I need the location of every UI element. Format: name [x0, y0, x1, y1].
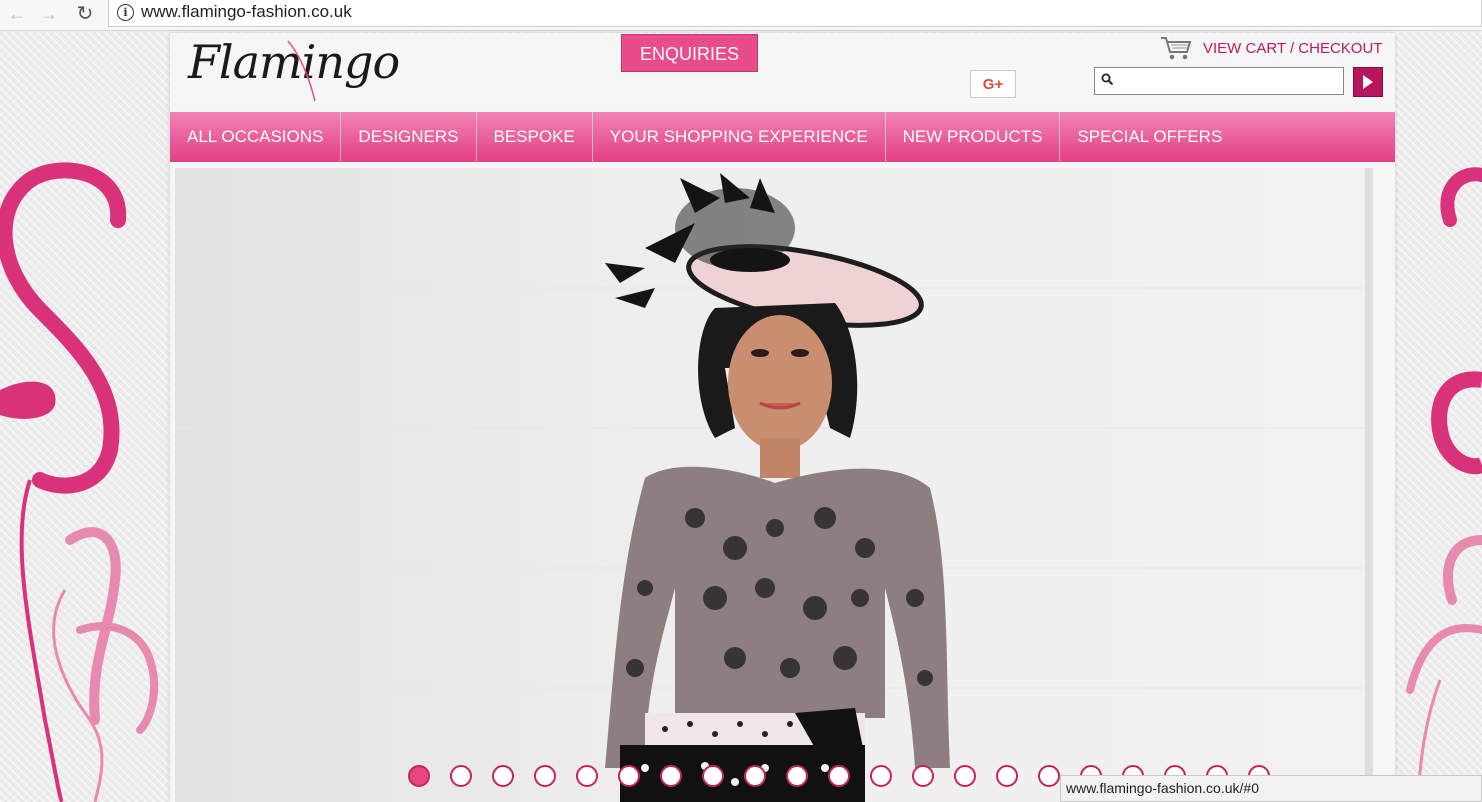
browser-toolbar: ← → ↻ i www.flamingo-fashion.co.uk: [0, 0, 1482, 31]
menu-item-bespoke[interactable]: BESPOKE: [477, 112, 593, 162]
main-menu: ALL OCCASIONS DESIGNERS BESPOKE YOUR SHO…: [170, 112, 1395, 162]
slider-dot[interactable]: [576, 765, 598, 787]
flamingo-logo[interactable]: Flamingo: [188, 33, 400, 103]
flamingo-decoration-left: [0, 162, 159, 802]
logo-flamingo-stroke-icon: [287, 40, 316, 102]
status-bar-link-preview: www.flamingo-fashion.co.uk/#0: [1060, 775, 1482, 802]
slider-dot[interactable]: [702, 765, 724, 787]
play-arrow-icon: [1363, 75, 1373, 89]
search-input[interactable]: [1094, 67, 1344, 95]
slider-dot[interactable]: [744, 765, 766, 787]
info-icon[interactable]: i: [117, 4, 134, 21]
menu-item-new-products[interactable]: NEW PRODUCTS: [886, 112, 1061, 162]
search-submit-button[interactable]: [1353, 67, 1383, 97]
menu-item-all-occasions[interactable]: ALL OCCASIONS: [170, 112, 342, 162]
enquiries-button[interactable]: ENQUIRIES: [621, 34, 758, 72]
slider-dot[interactable]: [408, 765, 430, 787]
cart-icon[interactable]: [1160, 35, 1192, 61]
slider-dot[interactable]: [492, 765, 514, 787]
reload-icon[interactable]: ↻: [74, 3, 96, 25]
view-cart-link[interactable]: VIEW CART / CHECKOUT: [1203, 40, 1382, 57]
address-bar[interactable]: i www.flamingo-fashion.co.uk: [108, 0, 1482, 27]
menu-item-special-offers[interactable]: SPECIAL OFFERS: [1060, 112, 1239, 162]
slider-dot[interactable]: [660, 765, 682, 787]
flamingo-decoration-right: [1406, 167, 1482, 802]
back-arrow-icon[interactable]: ←: [6, 3, 28, 25]
slider-dot[interactable]: [1038, 765, 1060, 787]
forward-arrow-icon[interactable]: →: [38, 3, 60, 25]
slider-dot[interactable]: [870, 765, 892, 787]
slider-dot[interactable]: [786, 765, 808, 787]
google-plus-button[interactable]: G+: [970, 70, 1016, 98]
slider-dot[interactable]: [996, 765, 1018, 787]
search-icon: [1101, 73, 1113, 85]
slider-dot[interactable]: [828, 765, 850, 787]
menu-item-shopping-experience[interactable]: YOUR SHOPPING EXPERIENCE: [593, 112, 886, 162]
slider-dot[interactable]: [954, 765, 976, 787]
slider-dot[interactable]: [450, 765, 472, 787]
url-text[interactable]: www.flamingo-fashion.co.uk: [141, 2, 352, 22]
slider-dot[interactable]: [912, 765, 934, 787]
hero-slide-image[interactable]: [175, 168, 1373, 802]
slider-dot[interactable]: [534, 765, 556, 787]
menu-item-designers[interactable]: DESIGNERS: [341, 112, 477, 162]
page-container: Flamingo ENQUIRIES G+ VIEW CART / CHECKO…: [170, 33, 1395, 802]
slider-dot[interactable]: [618, 765, 640, 787]
model-illustration: [175, 168, 1373, 802]
